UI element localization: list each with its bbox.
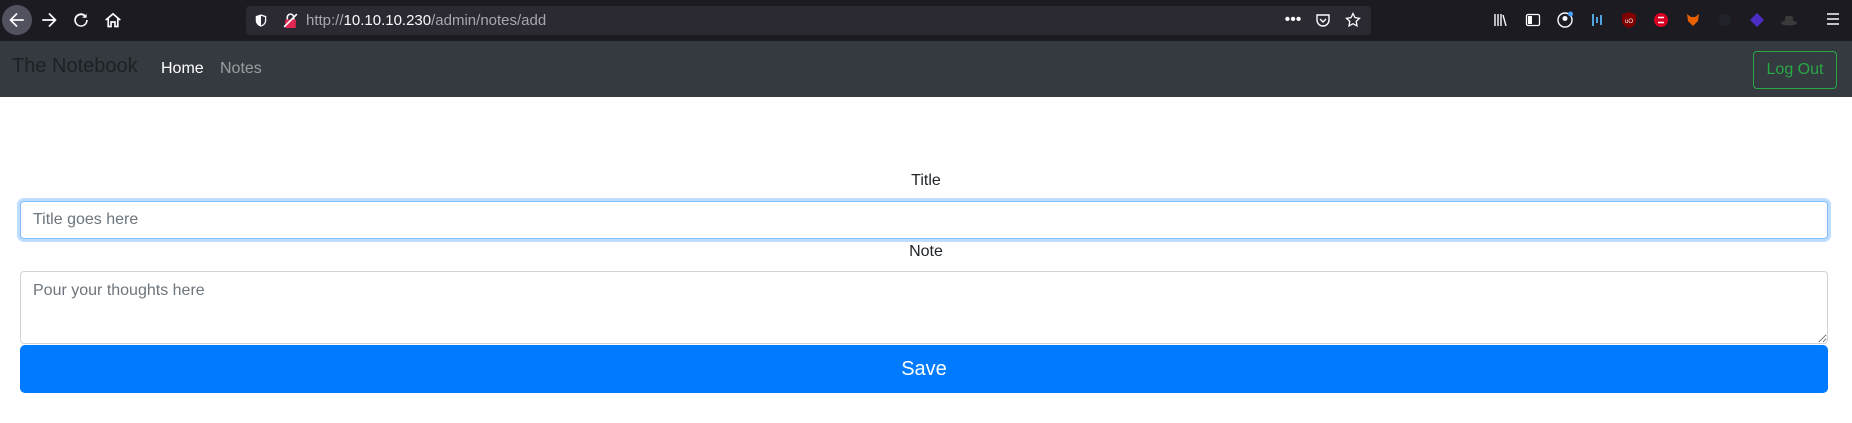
- home-button[interactable]: [98, 5, 128, 35]
- insecure-lock-icon: [283, 13, 298, 28]
- title-input[interactable]: [20, 201, 1828, 239]
- url-path: /admin/notes/add: [431, 12, 547, 29]
- url-actions: •••: [1283, 10, 1363, 30]
- url-scheme: http://: [306, 12, 344, 29]
- home-icon: [105, 12, 121, 28]
- foxyproxy-icon[interactable]: [1682, 9, 1703, 30]
- url-text[interactable]: http://10.10.10.230/admin/notes/add: [306, 12, 546, 29]
- nav-link-home[interactable]: Home: [161, 60, 204, 78]
- account-icon[interactable]: [1554, 9, 1575, 30]
- extension-toolbar: uO: [1490, 9, 1799, 30]
- note-label: Note: [909, 243, 943, 260]
- save-button[interactable]: Save: [20, 345, 1828, 393]
- hat-extension-icon[interactable]: [1778, 9, 1799, 30]
- arrow-left-icon: [9, 12, 24, 28]
- back-button[interactable]: [2, 5, 32, 35]
- arrow-right-icon: [42, 12, 57, 28]
- hamburger-menu-icon[interactable]: [1824, 10, 1844, 30]
- wappalyzer-icon[interactable]: [1746, 9, 1767, 30]
- library-icon[interactable]: [1490, 9, 1511, 30]
- ublock-origin-icon[interactable]: uO: [1618, 9, 1639, 30]
- title-label: Title: [911, 172, 941, 189]
- site-navbar: The Notebook Home Notes Log Out: [0, 41, 1852, 97]
- note-textarea[interactable]: [20, 271, 1828, 344]
- url-host: 10.10.10.230: [343, 12, 432, 29]
- extension-bars-icon[interactable]: [1586, 9, 1607, 30]
- bookmark-star-icon[interactable]: [1343, 10, 1363, 30]
- navbar-brand[interactable]: The Notebook: [12, 55, 138, 78]
- browser-toolbar: http://10.10.10.230/admin/notes/add ••• …: [0, 0, 1852, 41]
- page-actions-menu-icon[interactable]: •••: [1283, 10, 1303, 30]
- cookie-extension-icon[interactable]: [1714, 9, 1735, 30]
- sidebar-icon[interactable]: [1522, 9, 1543, 30]
- reload-icon: [74, 13, 88, 27]
- stop-extension-icon[interactable]: [1650, 9, 1671, 30]
- reload-button[interactable]: [66, 5, 96, 35]
- forward-button[interactable]: [34, 5, 64, 35]
- tracking-shield-icon: [255, 14, 267, 27]
- nav-link-notes[interactable]: Notes: [220, 60, 262, 78]
- address-bar[interactable]: http://10.10.10.230/admin/notes/add •••: [246, 6, 1371, 35]
- svg-text:uO: uO: [1624, 19, 1632, 25]
- pocket-icon[interactable]: [1313, 10, 1333, 30]
- logout-button[interactable]: Log Out: [1753, 51, 1837, 89]
